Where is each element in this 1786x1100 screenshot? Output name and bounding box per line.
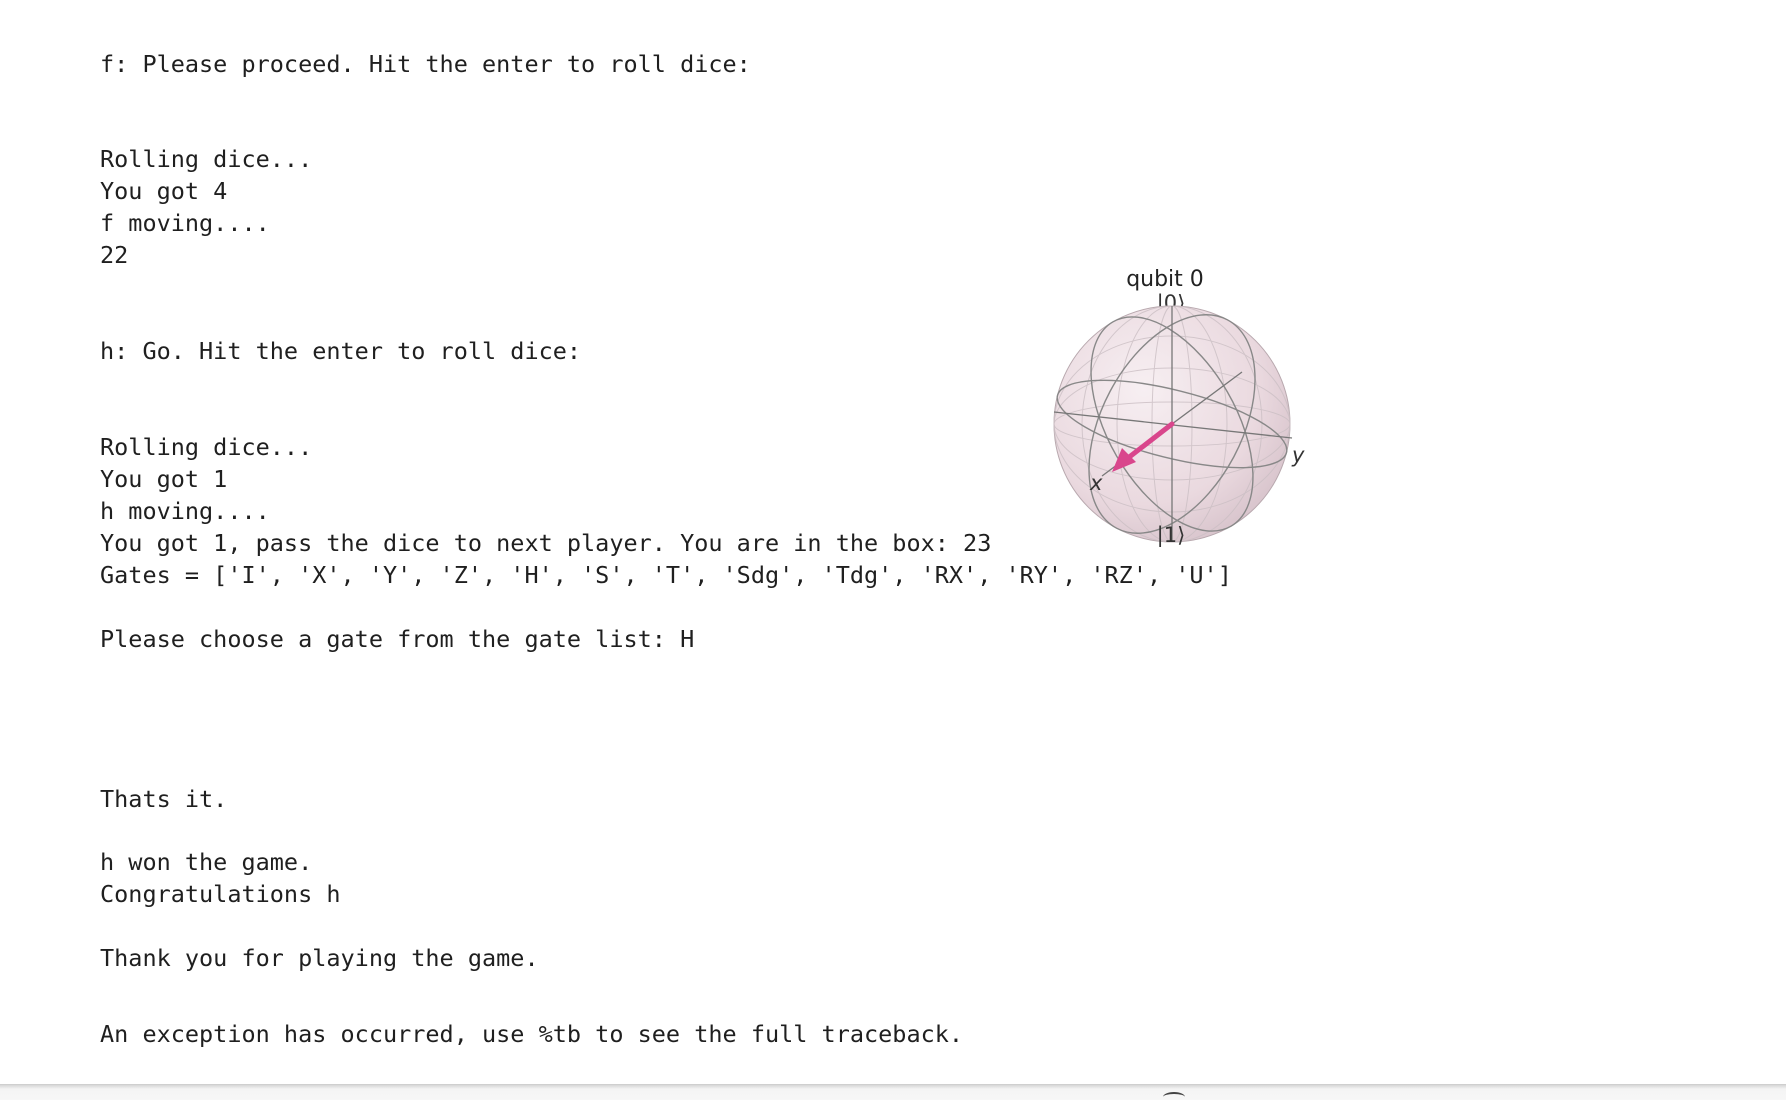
bloch-title: qubit 0 <box>1126 267 1204 292</box>
f-prompt-line: f: Please proceed. Hit the enter to roll… <box>100 50 751 78</box>
ket1-label: |1⟩ <box>1157 523 1186 548</box>
h-roll-line-1: Rolling dice... <box>100 433 313 461</box>
thats-it-line: Thats it. <box>100 785 228 813</box>
f-roll-line-4: 22 <box>100 241 129 269</box>
thanks-line: Thank you for playing the game. <box>100 944 539 972</box>
bloch-sphere-plot: qubit 0 |0⟩ x y |1⟩ <box>1053 267 1305 548</box>
f-roll-line-1: Rolling dice... <box>100 145 313 173</box>
h-roll-line-2: You got 1 <box>100 465 228 493</box>
won-line-2: Congratulations h <box>100 880 341 908</box>
f-roll-line-3: f moving.... <box>100 209 270 237</box>
x-axis-label: x <box>1089 471 1103 495</box>
h-roll-line-3: h moving.... <box>100 497 270 525</box>
exception-line: An exception has occurred, use %tb to se… <box>100 1020 964 1048</box>
h-roll-line-4: You got 1, pass the dice to next player.… <box>100 529 992 557</box>
won-line-1: h won the game. <box>100 848 313 876</box>
notebook-output: f: Please proceed. Hit the enter to roll… <box>0 0 1786 1100</box>
horizontal-divider <box>0 1084 1786 1100</box>
gates-list-line: Gates = ['I', 'X', 'Y', 'Z', 'H', 'S', '… <box>100 561 1232 589</box>
f-roll-line-2: You got 4 <box>100 177 228 205</box>
y-axis-label: y <box>1291 443 1305 467</box>
scroll-indicator-icon <box>1163 1092 1185 1100</box>
gate-choice-line: Please choose a gate from the gate list:… <box>100 625 695 653</box>
h-prompt-line: h: Go. Hit the enter to roll dice: <box>100 337 582 365</box>
